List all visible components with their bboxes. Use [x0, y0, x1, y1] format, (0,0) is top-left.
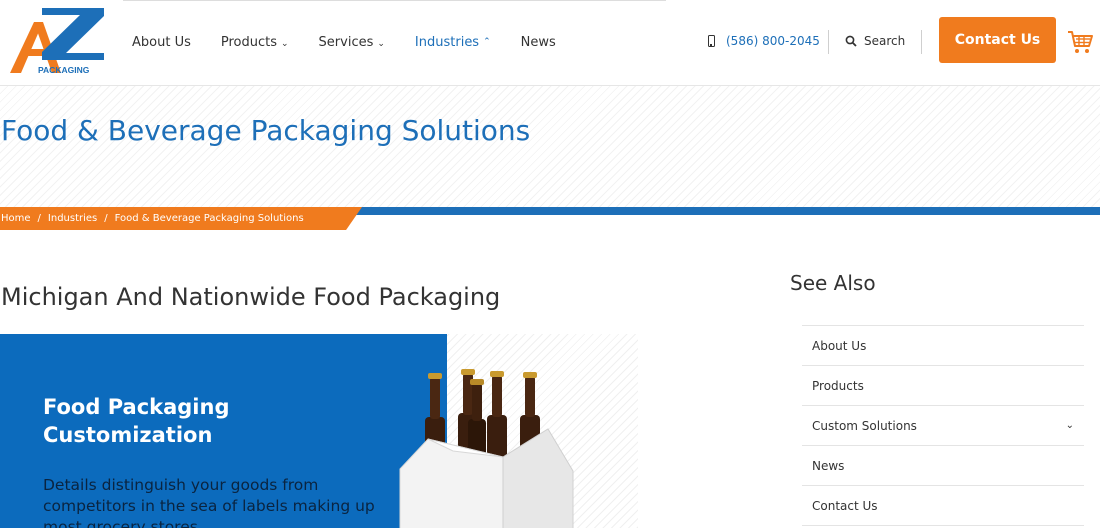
nav-services[interactable]: Services ⌄	[319, 35, 385, 50]
nav-about-us-label: About Us	[132, 35, 191, 50]
see-also-item-label: Contact Us	[812, 498, 878, 513]
nav-products-label: Products	[220, 35, 277, 50]
breadcrumb-accent-stripe	[340, 207, 1100, 215]
breadcrumb-separator: /	[37, 213, 41, 224]
nav-industries-label: Industries	[414, 35, 480, 50]
main-nav: About Us Products ⌄ Services ⌄ Industrie…	[132, 35, 586, 50]
chevron-up-icon: ⌃	[483, 36, 491, 47]
see-also-item-label: Products	[812, 378, 864, 393]
breadcrumb-current: Food & Beverage Packaging Solutions	[114, 213, 304, 224]
see-also-news[interactable]: News	[802, 446, 1084, 486]
hero-banner: Food Packaging Customization Details dis…	[0, 334, 638, 528]
see-also-custom-solutions[interactable]: Custom Solutions ⌄	[802, 406, 1084, 446]
breadcrumb: Home / Industries / Food & Beverage Pack…	[0, 207, 362, 230]
nav-services-label: Services	[318, 35, 374, 50]
shopping-cart-icon[interactable]	[1066, 28, 1094, 56]
nav-news-label: News	[520, 35, 556, 50]
see-also-title: See Also	[790, 271, 876, 295]
search-icon	[845, 35, 857, 47]
site-header: PACKAGING About Us Products ⌄ Services ⌄…	[0, 0, 1100, 86]
see-also-list: About Us Products Custom Solutions ⌄ New…	[802, 325, 1084, 526]
search-label: Search	[864, 34, 906, 48]
nav-products[interactable]: Products ⌄	[221, 35, 289, 50]
beer-carrier-image	[399, 369, 574, 528]
breadcrumb-separator: /	[104, 213, 108, 224]
breadcrumb-home[interactable]: Home	[1, 213, 31, 224]
chevron-down-icon: ⌄	[281, 39, 289, 49]
see-also-item-label: About Us	[812, 338, 867, 353]
see-also-products[interactable]: Products	[802, 366, 1084, 406]
hero-text: Details distinguish your goods from comp…	[43, 476, 375, 528]
contact-us-button[interactable]: Contact Us	[939, 17, 1056, 63]
header-divider	[828, 30, 829, 54]
logo-subtext: PACKAGING	[38, 65, 90, 75]
section-title: Michigan And Nationwide Food Packaging	[1, 283, 501, 311]
see-also-item-label: Custom Solutions	[812, 418, 917, 433]
see-also-contact-us[interactable]: Contact Us	[802, 486, 1084, 526]
header-top-divider	[123, 0, 666, 1]
see-also-item-label: News	[812, 458, 845, 473]
breadcrumb-industries[interactable]: Industries	[48, 213, 97, 224]
hero-title: Food Packaging Customization	[43, 395, 230, 447]
nav-industries[interactable]: Industries ⌃	[415, 35, 491, 50]
nav-news[interactable]: News	[521, 35, 556, 50]
chevron-down-icon[interactable]: ⌄	[1066, 420, 1074, 431]
mobile-phone-icon	[708, 35, 715, 47]
chevron-down-icon: ⌄	[377, 39, 385, 49]
see-also-about-us[interactable]: About Us	[802, 326, 1084, 366]
az-packaging-logo[interactable]: PACKAGING	[8, 6, 106, 76]
header-divider	[921, 30, 922, 54]
phone-link[interactable]: (586) 800-2045	[708, 34, 820, 48]
search-button[interactable]: Search	[845, 34, 905, 48]
nav-about-us[interactable]: About Us	[132, 35, 191, 50]
page-title: Food & Beverage Packaging Solutions	[1, 114, 531, 147]
phone-number: (586) 800-2045	[726, 34, 820, 48]
